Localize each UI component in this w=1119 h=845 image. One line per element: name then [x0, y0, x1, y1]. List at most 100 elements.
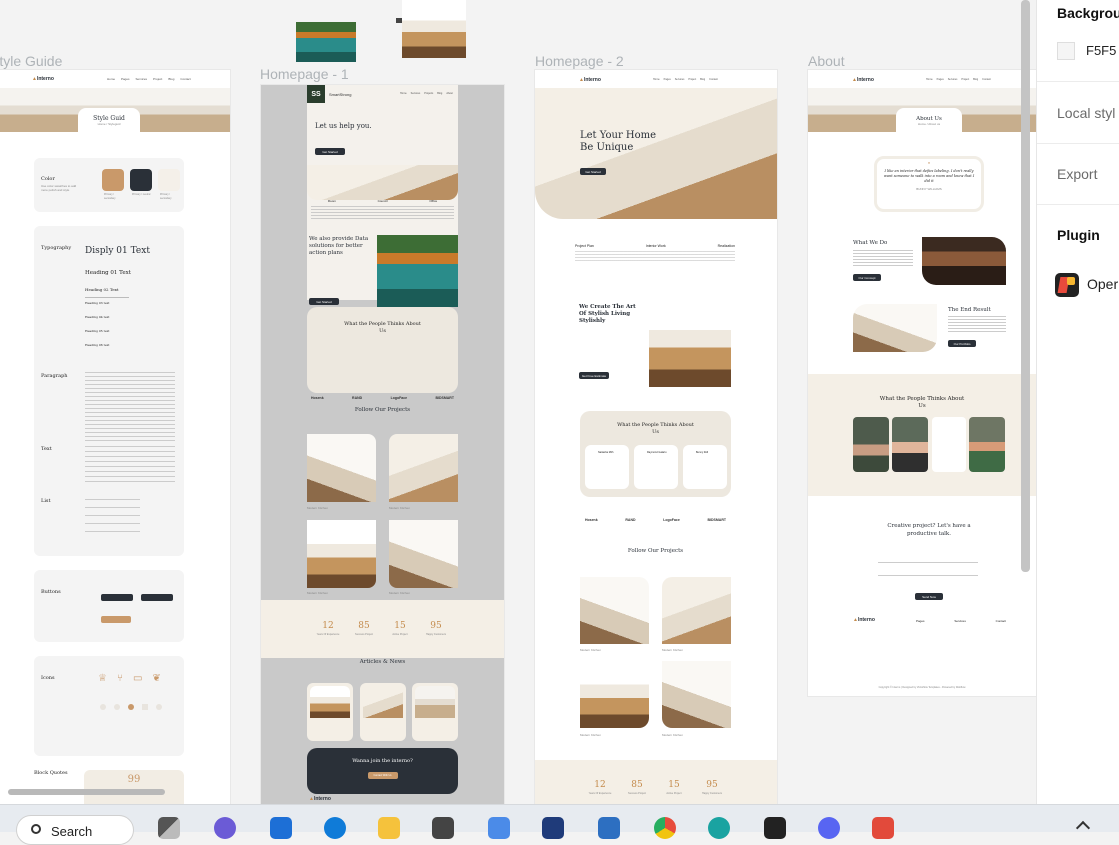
h2-review-3: Benny Roll	[683, 445, 727, 489]
reader-icon[interactable]	[432, 817, 454, 839]
h1-article-1[interactable]	[307, 683, 353, 741]
sg-icons-row: ♕ ⑂ ▭ ❦	[98, 673, 161, 684]
app-red-icon[interactable]	[872, 817, 894, 839]
h1-project-1[interactable]	[307, 434, 376, 502]
app-blue-icon[interactable]	[488, 817, 510, 839]
about-whatwedo-title: What We Do	[853, 240, 888, 246]
panel-export-section[interactable]: Export	[1037, 144, 1119, 205]
h1-join-button[interactable]: Contact With Us	[367, 772, 398, 779]
h2-project-1-label: Modern Kitchen	[580, 648, 602, 652]
edge-icon[interactable]	[324, 817, 346, 839]
app-grid-icon[interactable]	[598, 817, 620, 839]
sg-button-dark-2[interactable]	[141, 594, 173, 601]
h1-join-title: Wanna join the interno?	[352, 758, 413, 764]
h2-project-2[interactable]	[662, 577, 731, 644]
h1-article-3[interactable]	[412, 683, 458, 741]
h1-project-3-label: Modern Kitchen	[307, 591, 329, 595]
sg-typography-card: Typography Disply 01 Text Heading 01 Tex…	[34, 226, 184, 556]
frame-label-homepage-2[interactable]: Homepage - 2	[535, 53, 624, 69]
sg-header-title: Style Guid	[93, 115, 125, 122]
about-nav: Home Pages Services Project Blog Contact	[926, 78, 991, 81]
h1-stat-2: 85 Success Project	[355, 621, 373, 636]
h2-project-4[interactable]	[662, 661, 731, 728]
h1-testimonial: What the People Thinks About Us	[307, 307, 458, 393]
h1-footer-logo: ▲Interno	[309, 796, 331, 802]
design-canvas[interactable]: Style Guide Homepage - 1 Homepage - 2 Ab…	[0, 0, 1036, 804]
about-whatwedo-text	[853, 250, 913, 266]
h1-hero-button[interactable]: Get Started	[315, 148, 345, 155]
search-icon	[31, 824, 41, 834]
canvas-image-lake[interactable]	[296, 22, 356, 62]
store-icon[interactable]	[270, 817, 292, 839]
app-navy-icon[interactable]	[542, 817, 564, 839]
sg-heading4: Heading 04 text	[85, 315, 110, 319]
h2-project-3-label: Modern Kitchen	[580, 733, 602, 737]
sg-header-sub: Home / Styleguid	[97, 122, 121, 126]
frame-homepage-1[interactable]: SS SmartStrong Home Services Projects Blog A…	[261, 85, 504, 804]
h1-partners: Hosenk RAND LogoFace BIDSMART	[311, 396, 454, 400]
meet-icon[interactable]	[214, 817, 236, 839]
about-person-card	[932, 417, 966, 472]
h1-stats-band	[261, 600, 504, 658]
chevron-up-icon[interactable]	[1075, 820, 1091, 836]
h1-project-2-label: Modern Kitchen	[389, 506, 411, 510]
h2-review-2: Raymond Galario	[634, 445, 678, 489]
panel-local-styles-section[interactable]: Local styl	[1037, 82, 1119, 144]
panel-local-styles-label[interactable]: Local styl	[1057, 105, 1115, 121]
panel-background-swatch[interactable]	[1057, 42, 1075, 60]
about-whatwedo-image	[922, 237, 1006, 285]
about-whatwedo-button[interactable]: Our Concept	[853, 274, 881, 281]
about-quote-author: BUNNY WILLIAMS	[916, 187, 942, 191]
lamp-icon: ♕	[98, 673, 107, 684]
sg-button-primary[interactable]	[101, 616, 131, 623]
plugin-item-label[interactable]: Oper	[1087, 276, 1118, 292]
h1-testimonial-title: What the People Thinks About Us	[344, 321, 421, 334]
frame-about[interactable]: ▲Interno Home Pages Services Project Blog Con…	[808, 70, 1036, 696]
h1-project-2[interactable]	[389, 434, 458, 502]
sg-quote-mark: 99	[127, 774, 141, 785]
swatch-light[interactable]	[158, 169, 180, 191]
panel-plugin-section: Plugin Oper	[1037, 205, 1119, 310]
taskbar-search[interactable]: Search	[16, 815, 134, 845]
frame-label-homepage-1[interactable]: Homepage - 1	[260, 66, 349, 82]
sg-icons-card: Icons ♕ ⑂ ▭ ❦	[34, 656, 184, 756]
h2-project-3[interactable]	[580, 661, 649, 728]
h1-stat-4: 95 Happy Customers	[425, 621, 446, 636]
sg-paragraph-title: Paragraph	[41, 373, 68, 379]
about-contact-button[interactable]: Send Now	[915, 593, 943, 600]
about-endresult-button[interactable]: Our Portfolio	[948, 340, 976, 347]
swatch-dark-label: Primary / neutral	[132, 193, 151, 196]
h1-project-4[interactable]	[389, 520, 458, 588]
frame-label-about[interactable]: About	[808, 53, 845, 69]
plugin-app-icon[interactable]	[1055, 273, 1079, 297]
canvas-horizontal-scrollbar[interactable]	[8, 789, 165, 795]
frame-homepage-2[interactable]: ▲Interno Home Pages Services Project Blog Con…	[535, 70, 777, 804]
sg-color-desc: Use color swatches to add more polish an…	[41, 184, 77, 192]
canvas-image-kitchen[interactable]	[402, 0, 466, 58]
about-contact-fields[interactable]	[878, 550, 978, 582]
file-explorer-icon[interactable]	[378, 817, 400, 839]
h2-hero-button[interactable]: Get Started	[580, 168, 606, 175]
swatch-primary[interactable]	[102, 169, 124, 191]
h2-nav: Home Pages Services Project Blog Contact	[653, 78, 718, 81]
panel-background-hex[interactable]: F5F5	[1086, 43, 1116, 58]
frame-style-guide[interactable]: ▲Interno Home Pages Services Project Blog Con…	[0, 70, 230, 804]
chrome-icon[interactable]	[654, 817, 676, 839]
sg-button-dark-1[interactable]	[101, 594, 133, 601]
h1-features-text	[311, 206, 454, 220]
frame-label-style-guide[interactable]: Style Guide	[0, 53, 62, 69]
about-person-1	[853, 417, 889, 472]
task-view-icon[interactable]	[158, 817, 180, 839]
canvas-vertical-scrollbar[interactable]	[1021, 0, 1030, 572]
swatch-dark[interactable]	[130, 169, 152, 191]
h2-art-button[interactable]: Get Free Estimate	[579, 372, 609, 379]
h2-project-1[interactable]	[580, 577, 649, 644]
h1-project-3[interactable]	[307, 520, 376, 588]
app-teal-icon[interactable]	[708, 817, 730, 839]
h1-article-2[interactable]	[360, 683, 406, 741]
about-person-2	[892, 417, 928, 472]
h1-section2-button[interactable]: Get Started	[309, 298, 339, 305]
discord-icon[interactable]	[818, 817, 840, 839]
app-dark-icon[interactable]	[764, 817, 786, 839]
panel-export-label[interactable]: Export	[1057, 166, 1097, 182]
